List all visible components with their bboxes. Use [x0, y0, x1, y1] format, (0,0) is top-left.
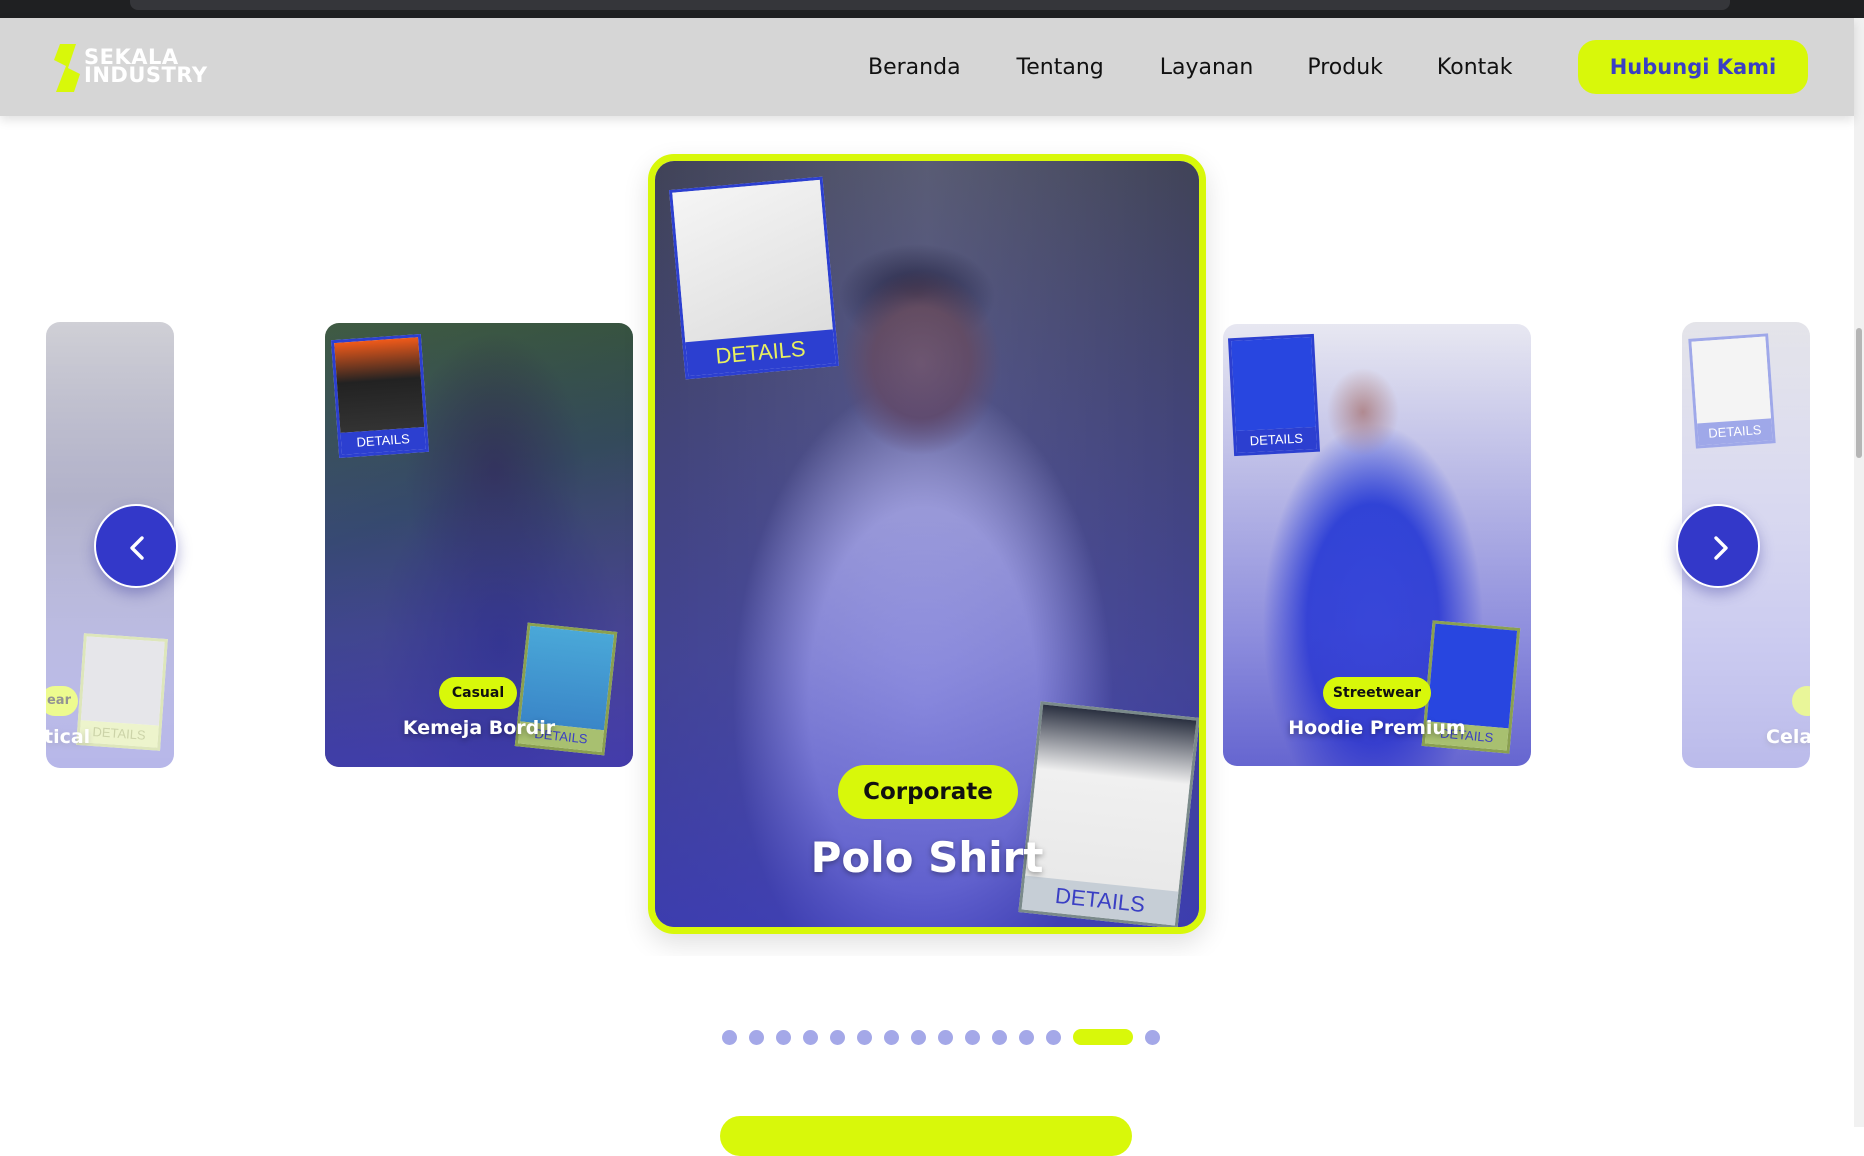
pagination-dot[interactable]	[1046, 1029, 1061, 1045]
pagination-dot[interactable]	[938, 1029, 953, 1045]
pagination-dot[interactable]	[803, 1029, 818, 1045]
pagination-dot[interactable]	[776, 1029, 791, 1045]
card-title: tical	[46, 726, 91, 748]
carousel-pagination	[722, 1029, 1172, 1045]
site-header: SEKALA INDUSTRY Beranda Tentang Layanan …	[0, 18, 1854, 116]
carousel-prev-button[interactable]	[94, 504, 178, 588]
details-thumbnail[interactable]: DETAILS	[1688, 333, 1776, 449]
pagination-dot-active[interactable]	[1073, 1029, 1133, 1045]
product-carousel: DETAILS ear tical DETAILS DETAILS Casual…	[46, 116, 1810, 956]
pagination-dot[interactable]	[1145, 1029, 1160, 1045]
card-title: Kemeja Bordir	[402, 717, 556, 739]
main-nav: Beranda Tentang Layanan Produk Kontak	[868, 48, 1513, 88]
category-badge: Casual	[439, 677, 517, 709]
logo-s-icon	[54, 44, 80, 92]
details-thumbnail[interactable]: DETAILS	[669, 176, 839, 380]
page-scrollbar[interactable]	[1854, 18, 1864, 1127]
pagination-dot[interactable]	[911, 1029, 926, 1045]
details-thumbnail[interactable]: DETAILS	[330, 334, 430, 458]
carousel-card-polo-shirt[interactable]: DETAILS DETAILS Corporate Polo Shirt	[648, 154, 1206, 934]
category-badge: Streetwear	[1323, 677, 1431, 709]
details-thumbnail[interactable]: DETAILS	[1227, 333, 1321, 457]
nav-layanan[interactable]: Layanan	[1160, 48, 1254, 88]
scrollbar-thumb[interactable]	[1856, 328, 1862, 458]
card-title: Polo Shirt	[810, 833, 1044, 882]
pagination-dot[interactable]	[722, 1029, 737, 1045]
carousel-card-hoodie-premium[interactable]: DETAILS DETAILS Streetwear Hoodie Premiu…	[1223, 324, 1531, 766]
pagination-dot[interactable]	[884, 1029, 899, 1045]
browser-toolbar	[0, 0, 1864, 18]
nav-beranda[interactable]: Beranda	[868, 48, 961, 88]
pagination-dot[interactable]	[857, 1029, 872, 1045]
details-thumbnail[interactable]: DETAILS	[1018, 701, 1199, 927]
nav-tentang[interactable]: Tentang	[1017, 48, 1104, 88]
pagination-dot[interactable]	[1019, 1029, 1034, 1045]
pagination-dot[interactable]	[749, 1029, 764, 1045]
brand-logo[interactable]: SEKALA INDUSTRY	[52, 42, 222, 94]
address-bar[interactable]	[130, 0, 1730, 10]
card-title: Hoodie Premium	[1288, 717, 1466, 739]
chevron-left-icon	[130, 536, 144, 560]
carousel-next-button[interactable]	[1676, 504, 1760, 588]
pagination-dot[interactable]	[830, 1029, 845, 1045]
card-title: Cela	[1766, 726, 1810, 748]
pagination-dot[interactable]	[992, 1029, 1007, 1045]
category-badge: ear	[46, 686, 78, 716]
logo-text: SEKALA INDUSTRY	[84, 47, 208, 87]
carousel-card-kemeja-bordir[interactable]: DETAILS DETAILS Casual Kemeja Bordir	[325, 323, 633, 767]
nav-kontak[interactable]: Kontak	[1437, 48, 1513, 88]
logo-line-2: INDUSTRY	[84, 63, 208, 87]
category-badge: Corporate	[838, 765, 1018, 819]
nav-produk[interactable]: Produk	[1307, 48, 1383, 88]
pagination-dot[interactable]	[965, 1029, 980, 1045]
chevron-right-icon	[1714, 536, 1728, 560]
contact-us-button[interactable]: Hubungi Kami	[1578, 40, 1808, 94]
view-all-button[interactable]	[720, 1116, 1132, 1156]
